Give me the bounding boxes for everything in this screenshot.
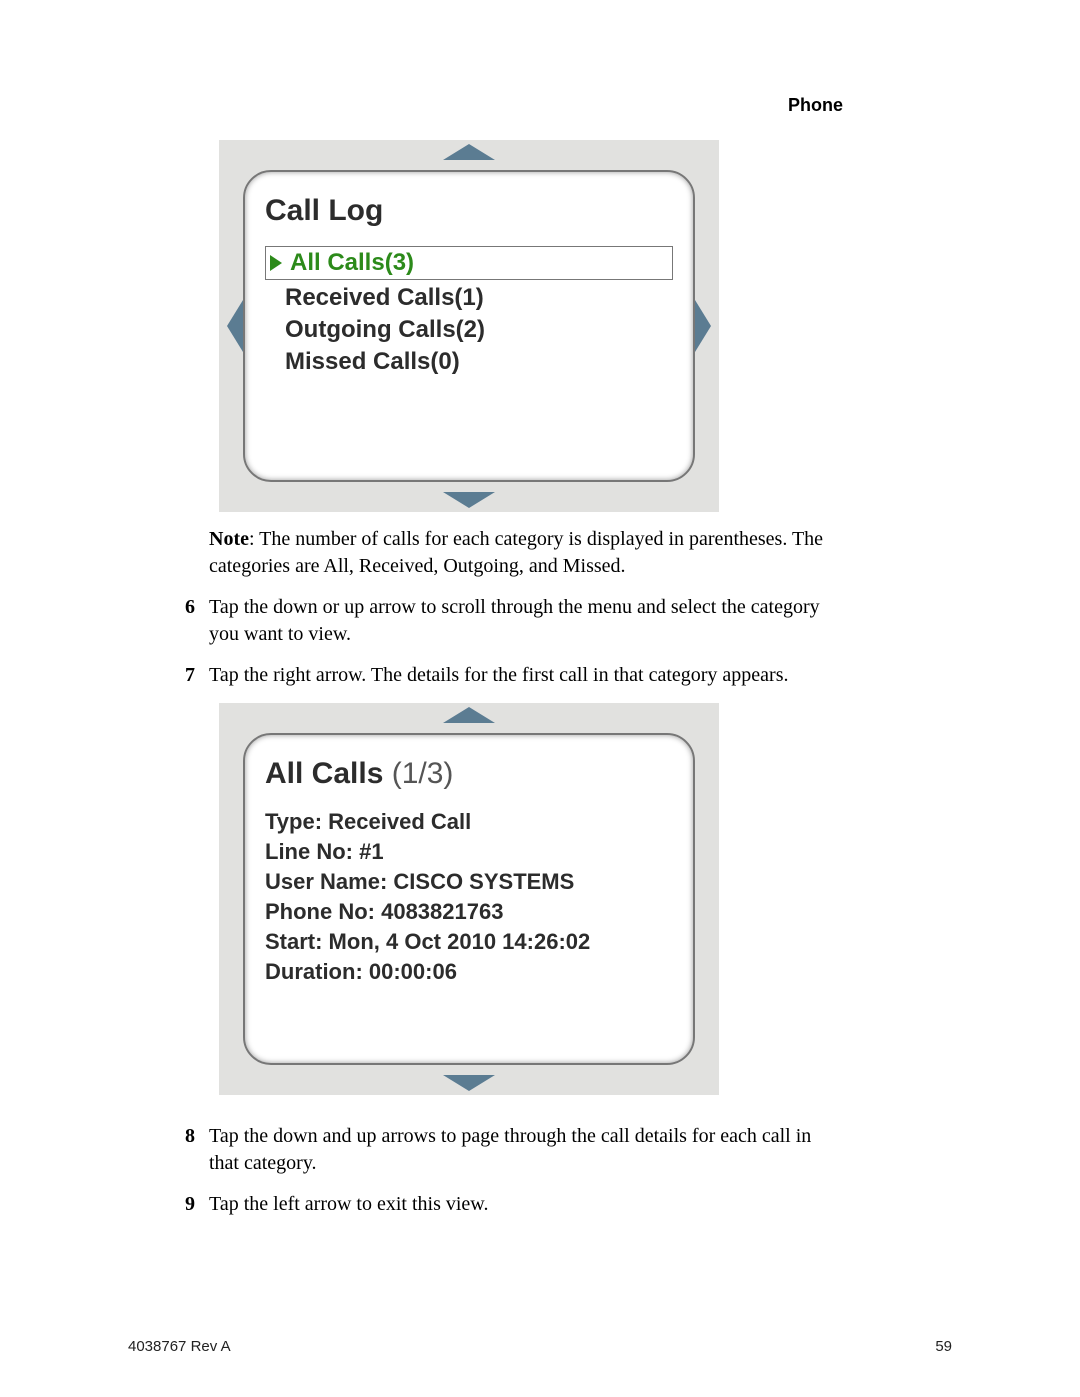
- section-header: Phone: [209, 95, 843, 116]
- step-number: 8: [185, 1123, 209, 1177]
- detail-duration: Duration: 00:00:06: [265, 959, 673, 985]
- title-counter: (1/3): [392, 757, 454, 790]
- step-number: 9: [185, 1191, 209, 1218]
- call-detail-panel: All Calls (1/3) Type: Received Call Line…: [243, 733, 695, 1065]
- screenshot-call-log: Call Log All Calls(3) Received Calls(1) …: [219, 140, 719, 512]
- note-text: : The number of calls for each category …: [209, 528, 823, 577]
- menu-item-outgoing-calls: Outgoing Calls(2): [285, 316, 673, 344]
- step-6: 6 Tap the down or up arrow to scroll thr…: [209, 594, 843, 648]
- arrow-down-icon: [439, 488, 499, 512]
- detail-type: Type: Received Call: [265, 809, 673, 835]
- arrow-down-icon: [439, 1071, 499, 1095]
- arrow-up-icon: [439, 703, 499, 727]
- step-text: Tap the left arrow to exit this view.: [209, 1191, 843, 1218]
- menu-item-all-calls: All Calls(3): [265, 246, 673, 280]
- footer-doc-id: 4038767 Rev A: [128, 1338, 231, 1355]
- panel-title: Call Log: [265, 194, 673, 228]
- footer-page-number: 59: [935, 1338, 952, 1355]
- detail-phone-no: Phone No: 4083821763: [265, 899, 673, 925]
- step-7: 7 Tap the right arrow. The details for t…: [209, 662, 843, 689]
- selection-triangle-icon: [270, 255, 282, 271]
- arrow-up-icon: [439, 140, 499, 164]
- detail-start: Start: Mon, 4 Oct 2010 14:26:02: [265, 929, 673, 955]
- menu-item-label: All Calls(3): [290, 249, 414, 277]
- panel-title: All Calls (1/3): [265, 757, 673, 791]
- menu-item-missed-calls: Missed Calls(0): [285, 348, 673, 376]
- note-label: Note: [209, 528, 249, 550]
- screenshot-call-detail: All Calls (1/3) Type: Received Call Line…: [219, 703, 719, 1095]
- step-number: 6: [185, 594, 209, 648]
- menu-item-received-calls: Received Calls(1): [285, 284, 673, 312]
- step-text: Tap the right arrow. The details for the…: [209, 662, 843, 689]
- detail-line-no: Line No: #1: [265, 839, 673, 865]
- detail-user-name: User Name: CISCO SYSTEMS: [265, 869, 673, 895]
- step-9: 9 Tap the left arrow to exit this view.: [209, 1191, 843, 1218]
- step-text: Tap the down or up arrow to scroll throu…: [209, 594, 843, 648]
- title-main: All Calls: [265, 757, 392, 790]
- step-number: 7: [185, 662, 209, 689]
- note-paragraph: Note: The number of calls for each categ…: [209, 526, 843, 580]
- step-8: 8 Tap the down and up arrows to page thr…: [209, 1123, 843, 1177]
- step-text: Tap the down and up arrows to page throu…: [209, 1123, 843, 1177]
- call-log-panel: Call Log All Calls(3) Received Calls(1) …: [243, 170, 695, 482]
